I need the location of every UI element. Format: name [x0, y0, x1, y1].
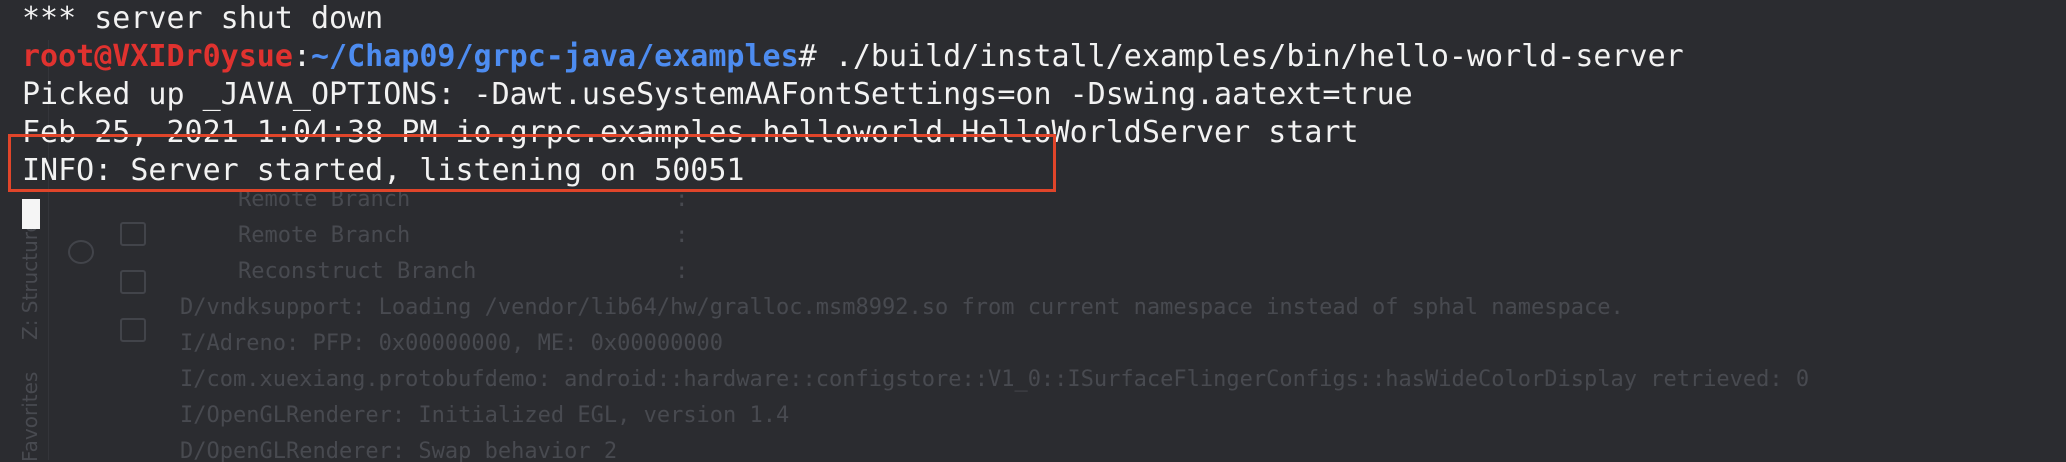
terminal-line-java-options: Picked up _JAVA_OPTIONS: -Dawt.useSystem…: [22, 77, 1413, 112]
prompt-path: ~/Chap09/grpc-java/examples: [311, 39, 799, 74]
terminal-cursor-line[interactable]: [22, 190, 1684, 229]
background-log-row: I/Adreno: PFP: 0x00000000, ME: 0x0000000…: [180, 331, 724, 356]
prompt-user: root@VXIDr0ysue: [22, 39, 293, 74]
background-pin-icon: [68, 240, 94, 264]
background-log-row: Reconstruct Branch :: [238, 259, 689, 284]
background-log-row: I/com.xuexiang.protobufdemo: android::ha…: [180, 367, 1810, 392]
background-print-icon: [120, 270, 146, 294]
background-log-row: I/OpenGLRenderer: Initialized EGL, versi…: [180, 403, 790, 428]
terminal-cursor: [22, 198, 40, 229]
background-favorites-label: Favorites: [18, 371, 42, 462]
prompt-command: # ./build/install/examples/bin/hello-wor…: [798, 39, 1684, 74]
terminal-output[interactable]: *** server shut down root@VXIDr0ysue:~/C…: [22, 0, 1684, 229]
background-trash-icon: [120, 318, 146, 342]
terminal-command-line: root@VXIDr0ysue:~/Chap09/grpc-java/examp…: [22, 38, 1684, 76]
background-log-row: D/OpenGLRenderer: Swap behavior 2: [180, 439, 618, 462]
terminal-line-shutdown: *** server shut down: [22, 1, 384, 36]
prompt-separator: :: [292, 39, 311, 74]
highlight-annotation-box: [8, 134, 1056, 192]
background-structure-label: Z: Structure: [18, 220, 42, 340]
terminal-screen: Z: Structure Favorites Remote Branch : R…: [0, 0, 2066, 462]
background-log-row: D/vndksupport: Loading /vendor/lib64/hw/…: [180, 295, 1624, 320]
